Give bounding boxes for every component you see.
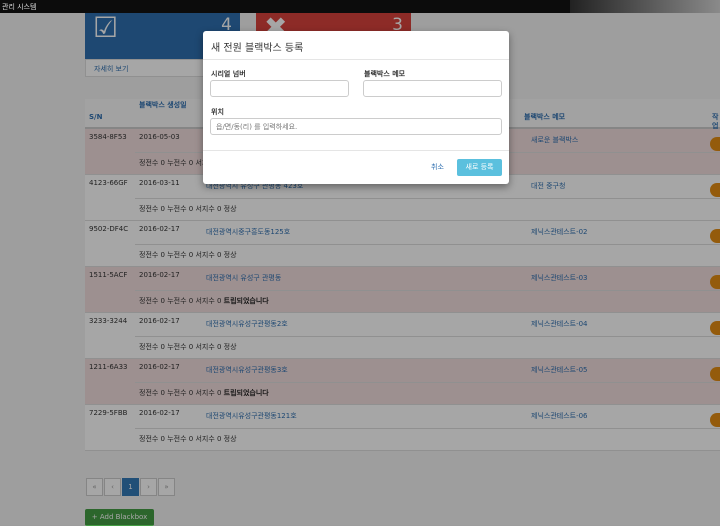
serial-label: 시리얼 넘버 xyxy=(211,70,246,78)
save-button[interactable]: 새로 등록 xyxy=(457,159,502,176)
cancel-button[interactable]: 취소 xyxy=(431,162,444,172)
register-blackbox-modal: 새 전원 블랙박스 등록 시리얼 넘버 블랙박스 메모 위치 취소 새로 등록 xyxy=(203,31,509,184)
window-title: 관리 시스템 xyxy=(2,3,37,11)
location-input[interactable] xyxy=(210,118,502,135)
memo-input[interactable] xyxy=(363,80,502,97)
modal-footer-divider xyxy=(203,150,509,151)
serial-input[interactable] xyxy=(210,80,349,97)
modal-title: 새 전원 블랙박스 등록 xyxy=(211,43,304,54)
modal-header-divider xyxy=(203,59,509,60)
memo-label: 블랙박스 메모 xyxy=(364,70,406,78)
location-label: 위치 xyxy=(211,108,224,116)
titlebar-controls[interactable] xyxy=(570,0,720,13)
